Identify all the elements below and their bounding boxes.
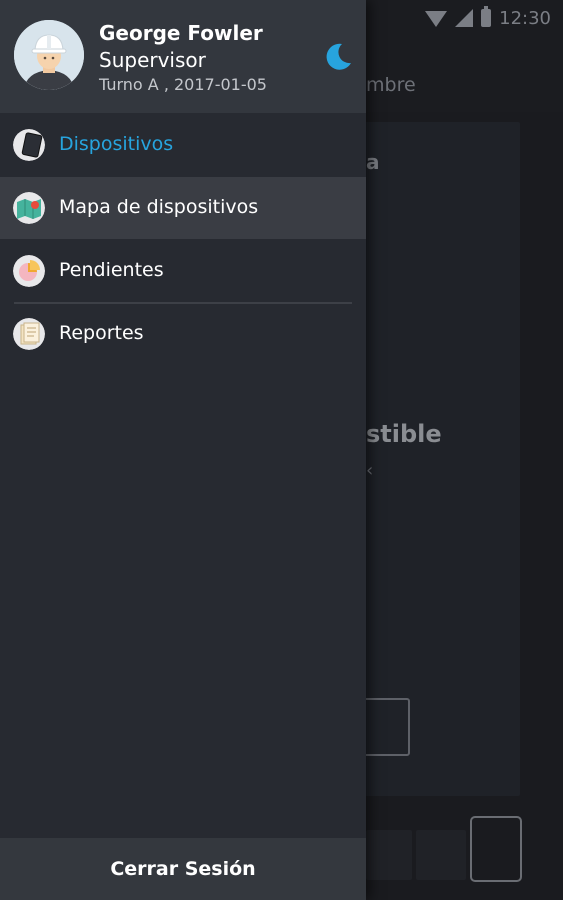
logout-button[interactable]: Cerrar Sesión	[0, 838, 366, 900]
menu-item-reportes[interactable]: Reportes	[0, 303, 366, 365]
background-card-title-fragment: a	[366, 150, 380, 174]
background-bottom-cell	[416, 830, 466, 880]
status-bar: 12:30	[425, 6, 551, 30]
menu-item-mapa-de-dispositivos[interactable]: Mapa de dispositivos	[0, 177, 366, 239]
wifi-icon	[425, 11, 448, 27]
menu-item-pendientes[interactable]: Pendientes	[0, 240, 366, 302]
status-time: 12:30	[499, 7, 551, 29]
logout-label: Cerrar Sesión	[110, 858, 256, 880]
worker-avatar-icon	[14, 20, 84, 90]
menu-item-dispositivos[interactable]: Dispositivos	[0, 114, 366, 176]
menu-item-label: Mapa de dispositivos	[59, 196, 259, 218]
signal-icon	[455, 9, 474, 27]
battery-icon	[481, 6, 492, 27]
drawer-header: George Fowler Supervisor Turno A , 2017-…	[0, 0, 366, 113]
avatar	[14, 20, 84, 90]
background-tab-fragment: mbre	[366, 74, 416, 96]
background-bottom-button	[470, 816, 522, 882]
tablet-icon	[13, 129, 45, 161]
navigation-drawer: George Fowler Supervisor Turno A , 2017-…	[0, 0, 366, 900]
user-shift: Turno A , 2017-01-05	[99, 75, 267, 94]
map-icon	[13, 192, 45, 224]
pie-chart-icon	[13, 255, 45, 287]
moon-icon[interactable]	[321, 41, 353, 73]
background-bottom-bar	[366, 828, 563, 884]
menu-item-label: Dispositivos	[59, 133, 174, 155]
background-card-mark-fragment: ‹	[366, 460, 374, 481]
menu-item-label: Reportes	[59, 322, 144, 344]
background-card-heading-fragment: stible	[366, 420, 442, 448]
menu-item-label: Pendientes	[59, 259, 164, 281]
background-bottom-cell	[366, 830, 412, 880]
user-name: George Fowler	[99, 21, 263, 45]
user-role: Supervisor	[99, 48, 206, 72]
report-icon	[13, 318, 45, 350]
